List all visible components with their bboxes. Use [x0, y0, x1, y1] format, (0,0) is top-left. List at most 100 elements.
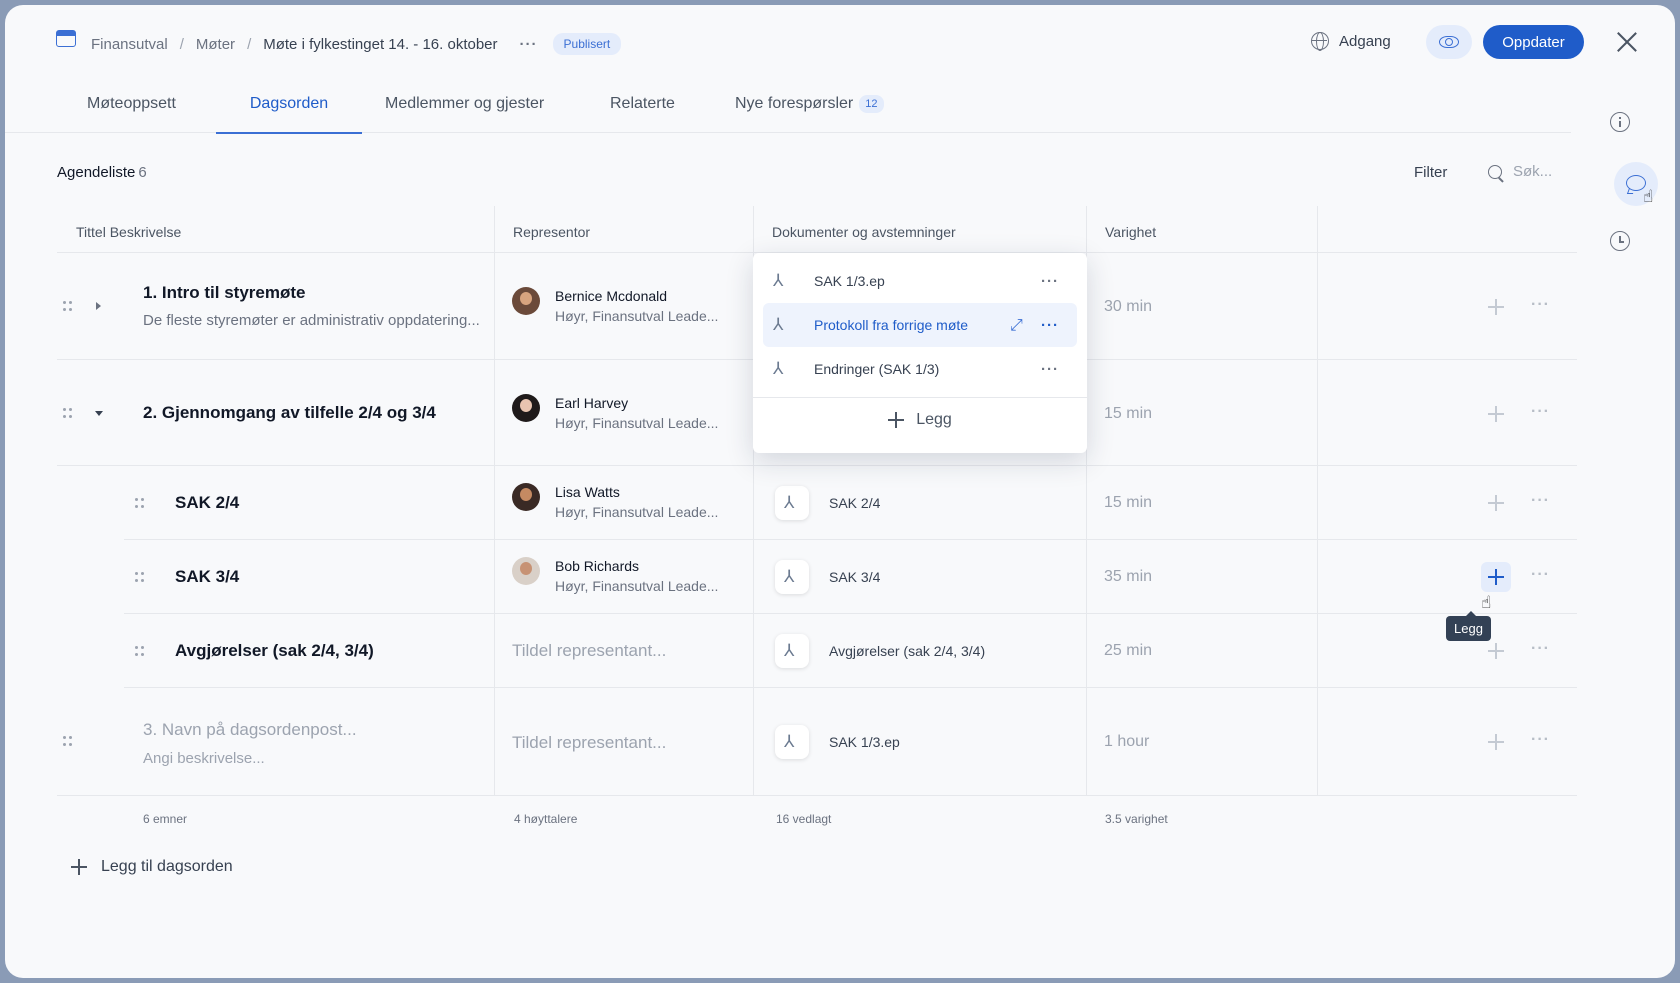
update-button[interactable]: Oppdater [1483, 25, 1584, 59]
more-icon[interactable]: ··· [1531, 566, 1550, 584]
close-icon[interactable] [1616, 31, 1638, 53]
tab-count-badge: 12 [859, 95, 884, 113]
row-duration[interactable]: 15 min [1104, 494, 1152, 512]
row-title[interactable]: 2. Gjennomgang av tilfelle 2/4 og 3/4 [143, 403, 436, 423]
row-title[interactable]: 1. Intro til styremøte [143, 283, 305, 303]
table-row[interactable]: 3. Navn på dagsordenpost... Angi beskriv… [57, 688, 1577, 796]
popover-add-button[interactable]: Legg [753, 411, 1087, 429]
breadcrumb-app[interactable]: Finansutval [91, 36, 168, 53]
row-title[interactable]: SAK 2/4 [175, 493, 239, 513]
col-duration[interactable]: Varighet [1105, 224, 1156, 240]
drag-handle-icon[interactable] [63, 736, 73, 748]
filter-button[interactable]: Filter [1414, 164, 1447, 181]
add-agenda-button[interactable]: Legg til dagsorden [71, 858, 233, 876]
plus-icon[interactable] [1488, 406, 1504, 422]
table-row[interactable]: Avgjørelser (sak 2/4, 3/4) Tildel repres… [124, 614, 1577, 688]
tab-new-requests[interactable]: Nye forespørsler 12 [735, 75, 884, 133]
plus-icon[interactable] [1488, 734, 1504, 750]
table-row[interactable]: SAK 2/4 Lisa Watts Høyr, Finansutval Lea… [124, 466, 1577, 540]
popover-item[interactable]: Endringer (SAK 1/3) ··· [763, 347, 1077, 391]
col-documents[interactable]: Dokumenter og avstemninger [772, 224, 956, 240]
avatar [512, 483, 540, 511]
collapse-row-icon[interactable] [95, 411, 103, 416]
row-title[interactable]: Avgjørelser (sak 2/4, 3/4) [175, 641, 374, 661]
tab-label: Relaterte [610, 95, 675, 112]
more-icon[interactable]: ··· [1041, 317, 1059, 334]
document-name[interactable]: SAK 3/4 [829, 569, 880, 585]
more-icon[interactable]: ··· [1531, 492, 1550, 510]
avatar [512, 287, 540, 315]
more-icon[interactable]: ··· [1531, 403, 1550, 421]
document-thumb[interactable] [775, 486, 809, 520]
access-button[interactable]: Adgang [1311, 32, 1391, 51]
expand-icon[interactable] [1010, 315, 1026, 335]
drag-handle-icon[interactable] [135, 646, 145, 658]
more-icon[interactable]: ··· [1041, 273, 1059, 290]
more-icon[interactable]: ··· [1531, 731, 1550, 749]
row-duration[interactable]: 25 min [1104, 642, 1152, 660]
document-name[interactable]: SAK 1/3.ep [829, 734, 900, 750]
popover-item[interactable]: SAK 1/3.ep ··· [763, 259, 1077, 303]
pdf-icon [773, 271, 789, 291]
history-icon[interactable] [1610, 231, 1630, 251]
pdf-icon [773, 359, 789, 379]
plus-icon[interactable] [1488, 495, 1504, 511]
representative-name: Bernice Mcdonald [555, 288, 668, 304]
row-duration[interactable]: 30 min [1104, 298, 1152, 316]
popover-divider [753, 397, 1087, 398]
search-input[interactable]: Søk... [1488, 163, 1552, 180]
table-row[interactable]: SAK 3/4 Bob Richards Høyr, Finansutval L… [124, 540, 1577, 614]
col-representative[interactable]: Representor [513, 224, 590, 240]
assign-representative[interactable]: Tildel representant... [512, 733, 666, 753]
representative-role: Høyr, Finansutval Leade... [555, 504, 719, 520]
popover-item-label: Protokoll fra forrige møte [814, 317, 969, 333]
document-name[interactable]: SAK 2/4 [829, 495, 880, 511]
access-label: Adgang [1339, 32, 1391, 50]
more-icon[interactable]: ··· [520, 36, 538, 53]
plus-icon[interactable] [1488, 299, 1504, 315]
representative-name: Bob Richards [555, 558, 640, 574]
preview-button[interactable] [1426, 25, 1472, 59]
tab-meeting-setup[interactable]: Møteoppsett [87, 75, 176, 133]
tab-label: Medlemmer og gjester [385, 95, 545, 112]
tab-related[interactable]: Relaterte [610, 75, 675, 133]
agenda-list-title: Agendeliste 6 [57, 164, 147, 181]
row-duration[interactable]: 15 min [1104, 405, 1152, 423]
document-thumb[interactable] [775, 634, 809, 668]
pdf-icon [784, 567, 800, 587]
drag-handle-icon[interactable] [63, 408, 73, 420]
row-duration[interactable]: 35 min [1104, 568, 1152, 586]
pdf-icon [784, 641, 800, 661]
tab-agenda[interactable]: Dagsorden [216, 75, 362, 134]
document-thumb[interactable] [775, 560, 809, 594]
more-icon[interactable]: ··· [1041, 361, 1059, 378]
drag-handle-icon[interactable] [63, 301, 73, 313]
more-icon[interactable]: ··· [1531, 640, 1550, 658]
document-name[interactable]: Avgjørelser (sak 2/4, 3/4) [829, 643, 985, 659]
col-title[interactable]: Tittel Beskrivelse [76, 224, 181, 240]
document-thumb[interactable] [775, 725, 809, 759]
assign-representative[interactable]: Tildel representant... [512, 641, 666, 661]
more-icon[interactable]: ··· [1531, 296, 1550, 314]
row-description-input[interactable]: Angi beskrivelse... [143, 750, 265, 767]
drag-handle-icon[interactable] [135, 572, 145, 584]
tab-members[interactable]: Medlemmer og gjester [385, 75, 544, 133]
info-icon[interactable] [1610, 112, 1630, 132]
breadcrumb-section[interactable]: Møter [196, 36, 235, 53]
plus-icon [71, 859, 87, 875]
pdf-icon [784, 493, 800, 513]
representative-role: Høyr, Finansutval Leade... [555, 415, 719, 431]
popover-add-label: Legg [916, 411, 952, 428]
plus-icon[interactable] [1488, 643, 1504, 659]
popover-item-label: SAK 1/3.ep [814, 273, 885, 289]
tab-label: Møteoppsett [87, 95, 176, 112]
row-title[interactable]: SAK 3/4 [175, 567, 239, 587]
drag-handle-icon[interactable] [135, 498, 145, 510]
popover-item[interactable]: Protokoll fra forrige møte ··· [763, 303, 1077, 347]
row-duration[interactable]: 1 hour [1104, 733, 1149, 751]
add-button[interactable] [1481, 562, 1511, 592]
row-description[interactable]: De fleste styremøter er administrativ op… [143, 312, 480, 329]
popover-item-label: Endringer (SAK 1/3) [814, 361, 940, 377]
expand-row-icon[interactable] [96, 302, 101, 310]
row-title-input[interactable]: 3. Navn på dagsordenpost... [143, 720, 357, 740]
